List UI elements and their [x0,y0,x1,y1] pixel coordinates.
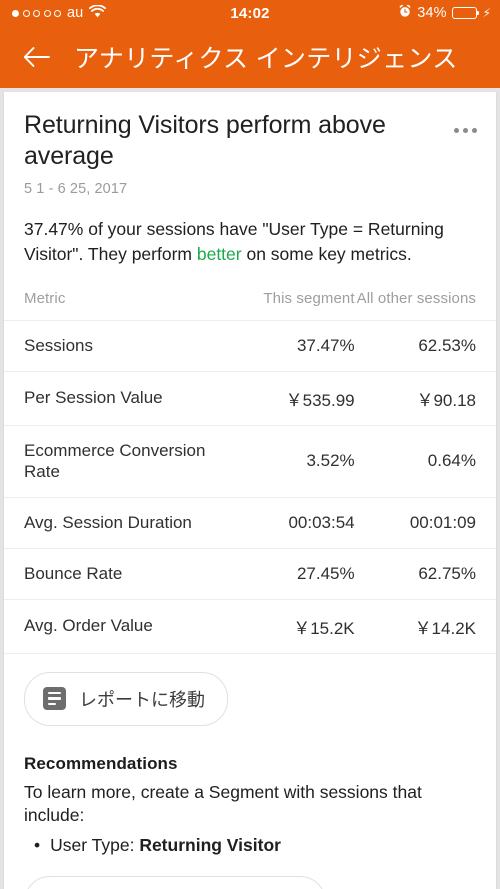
metric-all-other-value: 62.75% [354,547,496,599]
metric-all-other-value: 00:01:09 [354,497,496,549]
list-item: • User Type: Returning Visitor [24,832,476,858]
alarm-clock-icon [398,4,412,22]
signal-dot-3 [33,9,40,17]
recommendations-subtext: To learn more, create a Segment with ses… [24,781,422,826]
insight-card: Returning Visitors perform above average… [4,92,496,889]
table-row: Ecommerce Conversion Rate 3.52% 0.64% [4,424,496,498]
metrics-table-body: Sessions 37.47% 62.53% Per Session Value ￥53… [4,319,496,654]
summary-text-part2: on some key metrics. [241,244,412,265]
status-bar-right: 34% ⚡ [270,4,491,22]
insight-header-text: Returning Visitors perform above average… [24,110,448,197]
recommendation-item-text: User Type: Returning Visitor [50,832,281,858]
metric-this-segment-value: 27.45% [231,547,355,599]
table-row: Per Session Value ￥535.99 ￥90.18 [4,370,496,425]
status-bar: au 14:02 34% ⚡ [0,0,500,26]
column-header-metric: Metric [24,289,66,307]
recommendations-heading: Recommendations [24,753,178,773]
wifi-icon [89,3,107,22]
table-row: Sessions 37.47% 62.53% [4,319,496,371]
metric-name: Avg. Order Value [4,598,232,654]
metrics-table-head: Metric This segment All other sessions [4,290,496,321]
metric-name: Avg. Session Duration [4,497,232,549]
status-bar-left: au [9,3,230,22]
status-bar-clock: 14:02 [230,4,270,22]
back-button[interactable] [16,37,56,77]
insight-card-header: Returning Visitors perform above average… [4,92,496,197]
signal-dot-1 [12,9,19,17]
signal-dot-2 [22,9,30,17]
metric-this-segment-value: 3.52% [231,424,355,498]
metrics-table: Metric This segment All other sessions S… [4,290,496,654]
back-arrow-icon [23,47,50,67]
report-document-icon [43,687,66,710]
learn-how-to-use-segments-button[interactable]: Learn how to use segments [24,876,326,889]
metric-this-segment-value: 00:03:54 [231,497,355,549]
table-row: Bounce Rate 27.45% 62.75% [4,547,496,599]
table-row: Avg. Session Duration 00:03:54 00:01:09 [4,497,496,549]
battery-percentage: 34% [417,5,447,21]
scroll-content[interactable]: Returning Visitors perform above average… [0,88,500,889]
metric-all-other-value: ￥14.2K [354,598,496,654]
go-to-report-label: レポートに移動 [79,689,205,710]
metric-this-segment-value: ￥15.2K [231,598,355,654]
app-bar-title: アナリティクス インテリジェンス [74,45,458,73]
insight-date-range: 5 1 - 6 25, 2017 [24,181,128,197]
metric-all-other-value: 62.53% [354,319,496,371]
go-to-report-button[interactable]: レポートに移動 [24,671,228,726]
column-header-all-other-sessions: All other sessions [356,289,476,307]
more-horizontal-icon[interactable] [448,115,482,145]
signal-dot-4 [43,9,51,17]
metric-name: Bounce Rate [4,547,232,599]
lightning-bolt-icon: ⚡ [482,6,491,20]
go-to-report-row: レポートに移動 [4,654,496,726]
recommendation-item-value: Returning Visitor [139,834,281,855]
recommendation-item-label: User Type: [50,834,140,855]
metric-name: Per Session Value [4,370,232,425]
carrier-name: au [67,5,84,21]
recommendations-section: Recommendations To learn more, create a … [4,726,496,859]
battery-icon [451,7,479,19]
app-bar: アナリティクス インテリジェンス [0,26,500,88]
metric-all-other-value: ￥90.18 [354,370,496,425]
table-row: Avg. Order Value ￥15.2K ￥14.2K [4,598,496,654]
insight-title: Returning Visitors perform above average [24,111,386,170]
column-header-this-segment: This segment [263,289,355,307]
summary-highlight-better: better [196,244,242,265]
learn-segments-row: Learn how to use segments [4,858,496,889]
insight-summary: 37.47% of your sessions have "User Type … [4,197,496,268]
recommendations-list: • User Type: Returning Visitor [24,832,476,858]
metric-name: Sessions [4,319,232,371]
metric-all-other-value: 0.64% [354,424,496,498]
metric-name: Ecommerce Conversion Rate [4,424,232,498]
metrics-header-row: Metric This segment All other sessions [4,290,496,321]
bullet-point: • [34,834,41,855]
signal-dot-5 [54,9,61,17]
metric-this-segment-value: ￥535.99 [231,370,355,425]
metric-this-segment-value: 37.47% [231,319,355,371]
signal-strength-dots [12,9,61,17]
